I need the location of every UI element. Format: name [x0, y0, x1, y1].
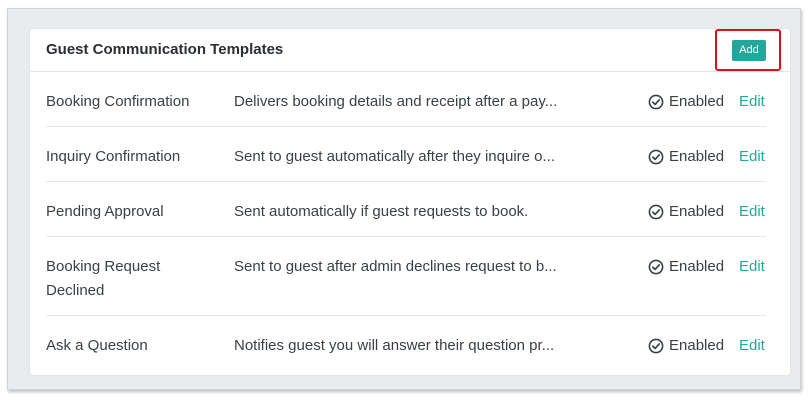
check-circle-icon: [648, 338, 664, 354]
status-label: Enabled: [669, 337, 725, 354]
check-circle-icon: [648, 259, 664, 275]
template-name: Ask a Question: [46, 337, 148, 354]
list-item: Pending Approval Sent automatically if g…: [46, 182, 766, 237]
status-label: Enabled: [669, 258, 725, 275]
template-name: Booking Confirmation: [46, 93, 190, 110]
edit-link[interactable]: Edit: [739, 255, 765, 279]
check-circle-icon: [648, 94, 664, 110]
status-badge: Enabled: [648, 200, 724, 224]
list-item: Ask a Question Notifies guest you will a…: [46, 316, 766, 371]
edit-link[interactable]: Edit: [739, 200, 765, 224]
template-description: Sent automatically if guest requests to …: [234, 203, 529, 220]
status-label: Enabled: [669, 148, 725, 165]
add-template-button[interactable]: Add: [732, 40, 766, 61]
edit-link[interactable]: Edit: [739, 334, 765, 358]
edit-link[interactable]: Edit: [739, 90, 765, 114]
screenshot-frame: Guest Communication Templates Add Bookin…: [7, 8, 801, 390]
status-badge: Enabled: [648, 145, 724, 169]
status-badge: Enabled: [648, 255, 724, 279]
check-circle-icon: [648, 149, 664, 165]
status-badge: Enabled: [648, 334, 724, 358]
card-title: Guest Communication Templates: [46, 41, 284, 58]
edit-link[interactable]: Edit: [739, 145, 765, 169]
list-item: Booking Confirmation Delivers booking de…: [46, 72, 766, 127]
template-description: Delivers booking details and receipt aft…: [234, 93, 558, 110]
card-header: Guest Communication Templates Add: [30, 29, 790, 72]
templates-list: Booking Confirmation Delivers booking de…: [46, 72, 766, 371]
status-badge: Enabled: [648, 90, 724, 114]
template-description: Sent to guest automatically after they i…: [234, 148, 556, 165]
status-label: Enabled: [669, 93, 725, 110]
check-circle-icon: [648, 204, 664, 220]
template-description: Notifies guest you will answer their que…: [234, 337, 555, 354]
list-item: Booking Request Declined Sent to guest a…: [46, 237, 766, 316]
template-name: Inquiry Confirmation: [46, 148, 181, 165]
template-name: Pending Approval: [46, 203, 164, 220]
template-description: Sent to guest after admin declines reque…: [234, 258, 557, 275]
list-item: Inquiry Confirmation Sent to guest autom…: [46, 127, 766, 182]
template-name: Booking Request Declined: [46, 258, 161, 299]
templates-card: Guest Communication Templates Add Bookin…: [29, 28, 791, 376]
status-label: Enabled: [669, 203, 725, 220]
